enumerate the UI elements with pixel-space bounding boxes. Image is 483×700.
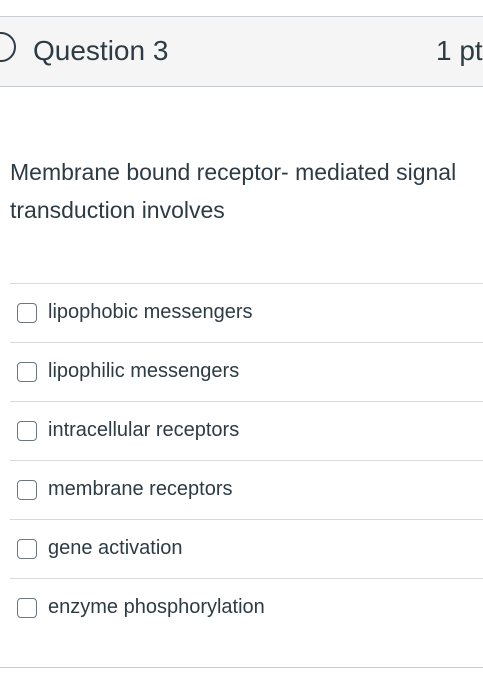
answer-list: lipophobic messengers lipophilic messeng…	[10, 283, 483, 637]
flag-question-icon[interactable]	[0, 32, 16, 62]
answer-label: lipophobic messengers	[48, 301, 253, 323]
answer-option[interactable]: lipophilic messengers	[10, 342, 483, 401]
answer-option[interactable]: gene activation	[10, 519, 483, 578]
answer-option[interactable]: lipophobic messengers	[10, 283, 483, 342]
quiz-page: Question 3 1 pt Membrane bound receptor-…	[0, 0, 483, 700]
answer-label: membrane receptors	[48, 478, 233, 500]
answer-label: intracellular receptors	[48, 419, 240, 441]
answer-label: gene activation	[48, 537, 183, 559]
answer-checkbox[interactable]	[17, 303, 37, 323]
answer-option[interactable]: intracellular receptors	[10, 401, 483, 460]
question-text: Membrane bound receptor- mediated signal…	[10, 159, 457, 223]
answer-checkbox[interactable]	[17, 421, 37, 441]
answer-option[interactable]: membrane receptors	[10, 460, 483, 519]
question-title: Question 3	[33, 35, 169, 66]
answer-checkbox[interactable]	[17, 598, 37, 618]
answer-checkbox[interactable]	[17, 539, 37, 559]
answer-label: enzyme phosphorylation	[48, 596, 265, 618]
answer-label: lipophilic messengers	[48, 360, 240, 382]
question-points: 1 pt	[436, 35, 483, 66]
question-card: Question 3 1 pt Membrane bound receptor-…	[0, 16, 483, 668]
question-header: Question 3 1 pt	[0, 17, 483, 87]
answer-checkbox[interactable]	[17, 480, 37, 500]
answer-option[interactable]: enzyme phosphorylation	[10, 578, 483, 637]
answer-checkbox[interactable]	[17, 362, 37, 382]
